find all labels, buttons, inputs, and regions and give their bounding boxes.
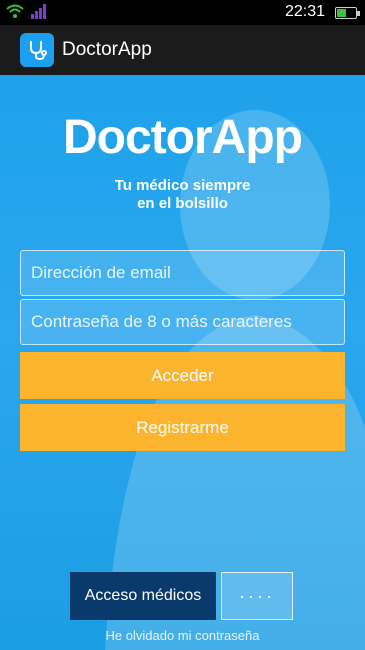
stethoscope-icon[interactable] xyxy=(20,33,54,67)
tagline: Tu médico siempre en el bolsillo xyxy=(0,177,365,213)
login-button[interactable]: Acceder xyxy=(20,352,345,399)
signal-icon xyxy=(30,3,48,24)
pin-button[interactable]: ···· xyxy=(221,572,293,620)
app-logo: DoctorApp xyxy=(63,111,303,164)
battery-icon xyxy=(335,7,360,19)
register-button[interactable]: Registrarme xyxy=(20,404,345,451)
email-field[interactable] xyxy=(20,250,345,296)
password-field[interactable] xyxy=(20,299,345,345)
forgot-password-link[interactable]: He olvidado mi contraseña xyxy=(0,628,365,643)
tagline-line-1: Tu médico siempre xyxy=(114,177,251,194)
status-icons xyxy=(6,3,48,24)
status-time: 22:31 xyxy=(284,3,325,20)
status-bar: 22:31 xyxy=(0,0,365,25)
app-title: DoctorApp xyxy=(62,39,152,60)
wifi-icon xyxy=(6,3,24,24)
app-bar: DoctorApp xyxy=(0,25,365,75)
doctor-access-button[interactable]: Acceso médicos xyxy=(70,572,216,620)
tagline-line-2: en el bolsillo xyxy=(137,195,228,212)
